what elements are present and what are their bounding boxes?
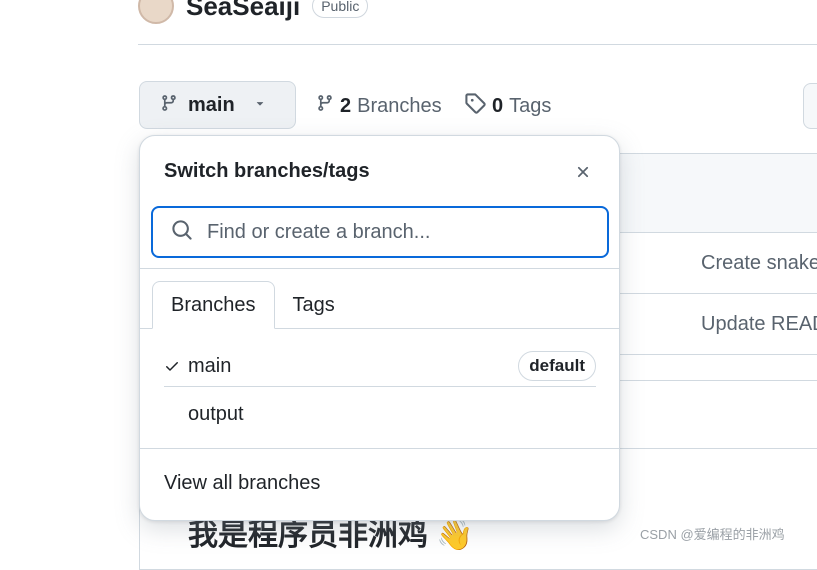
tab-branches[interactable]: Branches (152, 281, 275, 329)
close-icon[interactable] (569, 158, 597, 186)
branch-name: output (188, 402, 244, 425)
tab-tags[interactable]: Tags (275, 281, 353, 329)
caret-down-icon (253, 96, 267, 115)
repo-header: SeaSeaiji Public (138, 0, 369, 26)
tab-label: Branches (171, 293, 256, 316)
search-icon (171, 219, 193, 246)
file-list: Create snake Update READ (600, 153, 817, 381)
watermark: CSDN @爱编程的非洲鸡 (640, 527, 785, 542)
git-branch-icon (316, 93, 334, 119)
tag-icon (464, 92, 486, 120)
divider (140, 268, 619, 269)
divider (140, 448, 619, 449)
branches-count: 2 (340, 94, 352, 117)
branch-select-button[interactable]: main (139, 81, 296, 129)
commit-message[interactable]: Update READ (701, 313, 817, 336)
file-list-header (601, 154, 817, 233)
tags-count: 0 (492, 94, 504, 117)
default-badge: default (518, 351, 596, 381)
view-all-branches-link[interactable]: View all branches (164, 472, 320, 495)
visibility-badge: Public (312, 0, 369, 18)
repo-name[interactable]: SeaSeaiji (186, 0, 300, 22)
current-branch-label: main (188, 93, 235, 116)
commit-message[interactable]: Create snake (701, 252, 817, 275)
tags-link[interactable]: 0 Tags (464, 92, 551, 120)
branch-search-input[interactable] (205, 219, 589, 245)
header-divider (138, 44, 817, 45)
code-button-edge[interactable] (803, 83, 817, 129)
tags-label: Tags (509, 94, 552, 117)
file-row[interactable]: Create snake (601, 233, 817, 294)
dropdown-title: Switch branches/tags (164, 160, 370, 182)
branch-tag-tabs: Branches Tags (152, 281, 619, 329)
tab-label: Tags (292, 293, 335, 316)
branch-name: main (188, 354, 232, 377)
branch-dropdown: Switch branches/tags Branches Tags main … (139, 135, 620, 521)
branch-item-main[interactable]: main default (164, 343, 596, 389)
avatar[interactable] (138, 0, 174, 24)
branches-link[interactable]: 2 Branches (316, 92, 442, 120)
file-row[interactable]: Update READ (601, 294, 817, 355)
branch-item-output[interactable]: output (164, 391, 596, 437)
git-branch-icon (160, 93, 178, 118)
branch-search-field[interactable] (151, 206, 609, 258)
check-icon (164, 358, 188, 374)
divider (164, 386, 596, 387)
branches-label: Branches (357, 94, 442, 117)
